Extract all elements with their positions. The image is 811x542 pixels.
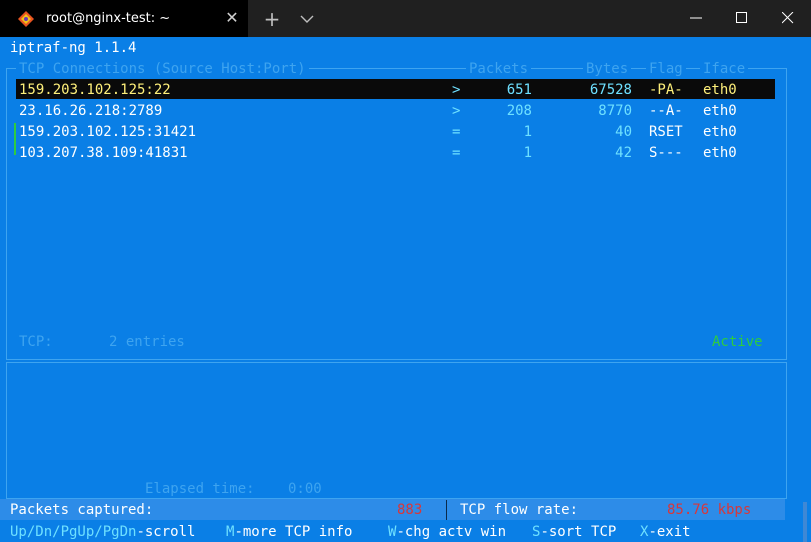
row-iface: eth0 bbox=[703, 103, 737, 119]
row-host: 103.207.38.109:41831 bbox=[19, 145, 188, 161]
terminal-window[interactable]: iptraf-ng 1.1.4 TCP Connections (Source … bbox=[0, 37, 811, 542]
help-more-info: M-more TCP info bbox=[226, 523, 352, 541]
elapsed-time-label: Elapsed time: bbox=[142, 480, 258, 498]
chevron-down-icon[interactable] bbox=[296, 8, 318, 30]
tcp-flow-rate-label: TCP flow rate: bbox=[460, 502, 579, 518]
close-tab-icon[interactable]: ✕ bbox=[222, 8, 242, 28]
row-bytes: 67528 bbox=[589, 82, 632, 98]
terminal-scrollbar[interactable] bbox=[803, 502, 807, 542]
row-iface: eth0 bbox=[703, 145, 737, 161]
help-text: -exit bbox=[648, 524, 691, 540]
column-header-iface: Iface bbox=[700, 60, 749, 78]
row-iface: eth0 bbox=[703, 82, 737, 98]
row-flag: S--- bbox=[649, 145, 683, 161]
other-protocols-panel bbox=[6, 362, 787, 499]
close-window-button[interactable] bbox=[765, 0, 811, 37]
minimize-icon bbox=[690, 17, 702, 19]
row-bytes: 42 bbox=[615, 145, 632, 161]
connection-pair-marker bbox=[14, 123, 16, 155]
row-direction: = bbox=[452, 124, 461, 140]
row-direction: = bbox=[452, 145, 461, 161]
elapsed-time-value: 0:00 bbox=[285, 480, 325, 498]
window-titlebar: root@nginx-test: ~ ✕ + bbox=[0, 0, 811, 37]
row-direction: > bbox=[452, 82, 461, 98]
row-packets: 208 bbox=[506, 103, 532, 119]
column-header-bytes: Bytes bbox=[583, 60, 632, 78]
row-bytes: 40 bbox=[615, 124, 632, 140]
help-sort: S-sort TCP bbox=[532, 523, 616, 541]
app-title: iptraf-ng 1.1.4 bbox=[10, 40, 137, 56]
help-exit: X-exit bbox=[640, 523, 691, 541]
row-flag: RSET bbox=[649, 124, 683, 140]
row-iface: eth0 bbox=[703, 124, 737, 140]
tcp-flow-rate-value: 85.76 kbps bbox=[667, 502, 752, 518]
stats-divider bbox=[446, 500, 447, 520]
packets-captured-value: 883 bbox=[397, 502, 423, 518]
help-text: -sort TCP bbox=[540, 524, 617, 540]
maximize-button[interactable] bbox=[719, 0, 765, 37]
stats-bar: Packets captured: 883 TCP flow rate: 85.… bbox=[0, 499, 785, 520]
tcp-entries-count: 2 entries bbox=[106, 333, 188, 351]
help-change-window: W-chg actv win bbox=[388, 523, 506, 541]
column-header-host: TCP Connections (Source Host:Port) bbox=[16, 60, 309, 78]
row-packets: 1 bbox=[523, 145, 532, 161]
row-flag: --A- bbox=[649, 103, 683, 119]
help-key: Up/Dn/PgUp/PgDn bbox=[10, 524, 137, 540]
linux-distro-icon bbox=[18, 11, 34, 27]
help-scroll: Up/Dn/PgUp/PgDn-scroll bbox=[10, 523, 195, 541]
new-tab-icon[interactable]: + bbox=[260, 8, 284, 30]
column-header-flag: Flag bbox=[646, 60, 686, 78]
tab-title: root@nginx-test: ~ bbox=[46, 11, 171, 26]
row-packets: 1 bbox=[523, 124, 532, 140]
row-host: 23.16.26.218:2789 bbox=[19, 103, 163, 119]
help-text: -scroll bbox=[136, 524, 196, 540]
row-flag: -PA- bbox=[649, 82, 683, 98]
row-host: 159.203.102.125:31421 bbox=[19, 124, 197, 140]
help-bar: Up/Dn/PgUp/PgDn-scroll M-more TCP info W… bbox=[0, 520, 785, 542]
column-header-packets: Packets bbox=[466, 60, 532, 78]
active-status: Active bbox=[709, 333, 766, 351]
packets-captured-label: Packets captured: bbox=[10, 502, 154, 518]
tcp-label: TCP: bbox=[16, 333, 56, 351]
row-bytes: 8770 bbox=[598, 103, 632, 119]
row-packets: 651 bbox=[506, 82, 532, 98]
row-direction: > bbox=[452, 103, 461, 119]
minimize-button[interactable] bbox=[673, 0, 719, 37]
help-text: -chg actv win bbox=[396, 524, 507, 540]
help-text: -more TCP info bbox=[234, 524, 353, 540]
close-icon bbox=[782, 12, 794, 24]
maximize-icon bbox=[736, 12, 747, 23]
row-host: 159.203.102.125:22 bbox=[19, 82, 171, 98]
terminal-tab[interactable]: root@nginx-test: ~ ✕ bbox=[0, 0, 248, 37]
